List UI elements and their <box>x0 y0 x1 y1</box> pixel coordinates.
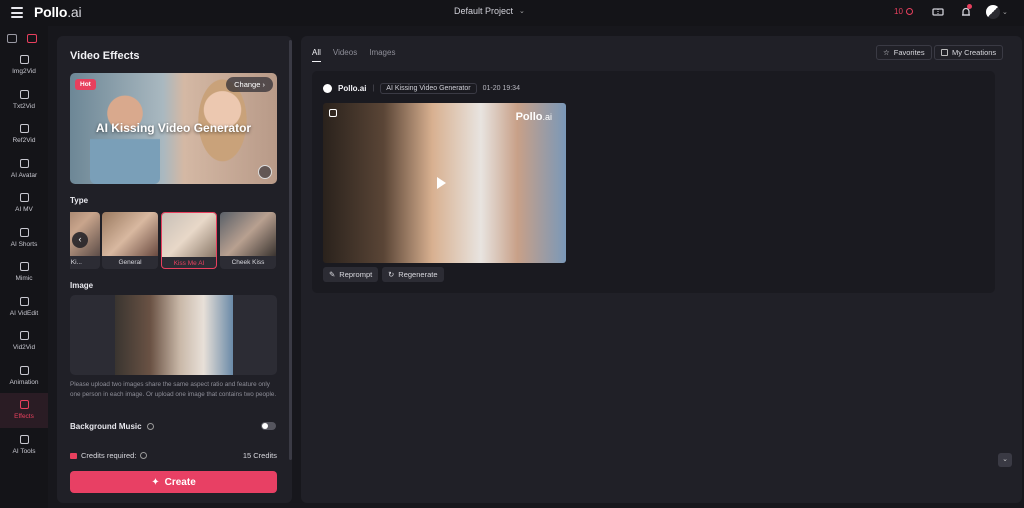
info-icon[interactable] <box>146 423 154 430</box>
image-to-video-icon <box>19 55 29 65</box>
results-area: All Videos Images ☆ Favorites My Creatio… <box>301 36 1022 503</box>
result-timestamp: 01-20 19:34 <box>482 85 520 92</box>
rail-item-animation[interactable]: Animation <box>0 359 48 394</box>
create-button[interactable]: ✦ Create <box>70 471 277 493</box>
image-label: Image <box>70 281 94 290</box>
upload-hint: Please upload two images share the same … <box>70 381 277 398</box>
type-card-cheek-kiss[interactable]: Cheek Kiss <box>220 212 276 269</box>
shorts-icon <box>19 227 29 237</box>
pollo-logo-icon <box>323 84 332 93</box>
mimic-icon <box>19 262 29 272</box>
rail-item-mimic[interactable]: Mimic <box>0 255 48 290</box>
type-card-general[interactable]: General <box>102 212 158 269</box>
tab-images[interactable]: Images <box>369 48 395 62</box>
scroll-down-button[interactable]: ⌄ <box>998 453 1012 467</box>
type-label: Type <box>70 196 89 205</box>
type-carousel: ch Ki... General Kiss Me AI Cheek Kiss <box>70 212 277 269</box>
change-effect-button[interactable]: Change › <box>226 77 273 92</box>
sparkle-icon: ✦ <box>151 476 160 488</box>
effect-hero-card[interactable]: Hot Change › AI Kissing Video Generator <box>70 73 277 184</box>
ticket-icon[interactable] <box>932 6 944 18</box>
panel-scrollbar[interactable] <box>289 40 292 460</box>
credits-icon <box>70 452 77 459</box>
rail-item-ai-tools[interactable]: AI Tools <box>0 428 48 463</box>
refresh-icon: ↻ <box>388 270 395 279</box>
chevron-down-icon: ⌄ <box>519 8 525 15</box>
avatar-icon <box>19 158 29 168</box>
rail-item-ref2vid[interactable]: Ref2Vid <box>0 117 48 152</box>
image-upload-area[interactable] <box>70 295 277 375</box>
chevron-down-icon: ⌄ <box>1002 9 1008 16</box>
reprompt-button[interactable]: ✎ Reprompt <box>323 267 379 282</box>
tool-tag[interactable]: AI Kissing Video Generator <box>380 83 477 94</box>
watermark: Pollo.ai <box>515 111 552 123</box>
hot-badge: Hot <box>75 79 96 90</box>
info-icon[interactable] <box>140 452 148 459</box>
menu-icon[interactable] <box>11 7 23 18</box>
rail-item-img2vid[interactable]: Img2Vid <box>0 48 48 83</box>
project-name: Default Project <box>454 6 514 16</box>
result-video[interactable]: Pollo.ai <box>323 103 566 263</box>
my-creations-button[interactable]: My Creations <box>934 45 1004 60</box>
zoom-icon[interactable] <box>258 165 272 179</box>
effects-icon <box>19 400 29 410</box>
rail-item-ai-shorts[interactable]: AI Shorts <box>0 221 48 256</box>
video-effects-panel: Video Effects Hot Change › AI Kissing Vi… <box>57 36 292 503</box>
music-video-icon <box>19 193 29 203</box>
tiktok-icon[interactable] <box>329 109 337 117</box>
avatar[interactable] <box>986 5 1000 19</box>
app-logo[interactable]: Pollo.ai <box>34 4 82 20</box>
credits-value: 15 Credits <box>242 451 277 460</box>
creations-icon <box>941 49 948 56</box>
animation-icon <box>19 365 29 375</box>
star-icon: ☆ <box>883 48 890 57</box>
image-mode-icon[interactable] <box>7 34 17 43</box>
reference-video-icon <box>19 124 29 134</box>
credits-balance[interactable]: 10 <box>894 7 913 16</box>
hero-title: AI Kissing Video Generator <box>95 121 252 135</box>
text-to-video-icon <box>19 89 29 99</box>
carousel-prev-button[interactable]: ‹ <box>72 232 88 248</box>
rail-mode-switch <box>0 26 48 48</box>
rail-item-txt2vid[interactable]: Txt2Vid <box>0 83 48 118</box>
notification-badge <box>967 4 972 9</box>
credits-required: Credits required: <box>70 451 148 460</box>
background-music-toggle[interactable] <box>261 422 276 430</box>
video-mode-icon[interactable] <box>27 34 37 43</box>
top-bar: Pollo.ai Default Project ⌄ 10 ⌄ <box>0 0 1024 26</box>
rail-item-vid2vid[interactable]: Vid2Vid <box>0 324 48 359</box>
favorites-button[interactable]: ☆ Favorites <box>876 45 932 60</box>
type-card-kiss-me-ai[interactable]: Kiss Me AI <box>161 212 217 269</box>
play-icon[interactable] <box>437 177 446 189</box>
rail-item-ai-videdit[interactable]: AI VidEdit <box>0 290 48 325</box>
project-selector[interactable]: Default Project ⌄ <box>454 6 525 16</box>
tools-icon <box>19 434 29 444</box>
rail-item-ai-mv[interactable]: AI MV <box>0 186 48 221</box>
rail-item-ai-avatar[interactable]: AI Avatar <box>0 152 48 187</box>
tab-videos[interactable]: Videos <box>333 48 357 62</box>
coin-icon <box>905 8 913 15</box>
regenerate-button[interactable]: ↻ Regenerate <box>382 267 444 282</box>
uploaded-image <box>115 295 233 375</box>
edit-icon: ✎ <box>329 270 336 279</box>
panel-title: Video Effects <box>70 50 140 62</box>
tab-all[interactable]: All <box>312 48 321 62</box>
background-music-row: Background Music <box>70 422 154 431</box>
result-meta: Pollo.ai | AI Kissing Video Generator 01… <box>323 83 520 94</box>
video-edit-icon <box>19 296 29 306</box>
video-to-video-icon <box>19 331 29 341</box>
rail-item-effects[interactable]: Effects <box>0 393 48 428</box>
results-tabs: All Videos Images <box>312 48 395 62</box>
result-card: Pollo.ai | AI Kissing Video Generator 01… <box>312 71 995 293</box>
left-rail: Img2Vid Txt2Vid Ref2Vid AI Avatar AI MV … <box>0 26 48 508</box>
